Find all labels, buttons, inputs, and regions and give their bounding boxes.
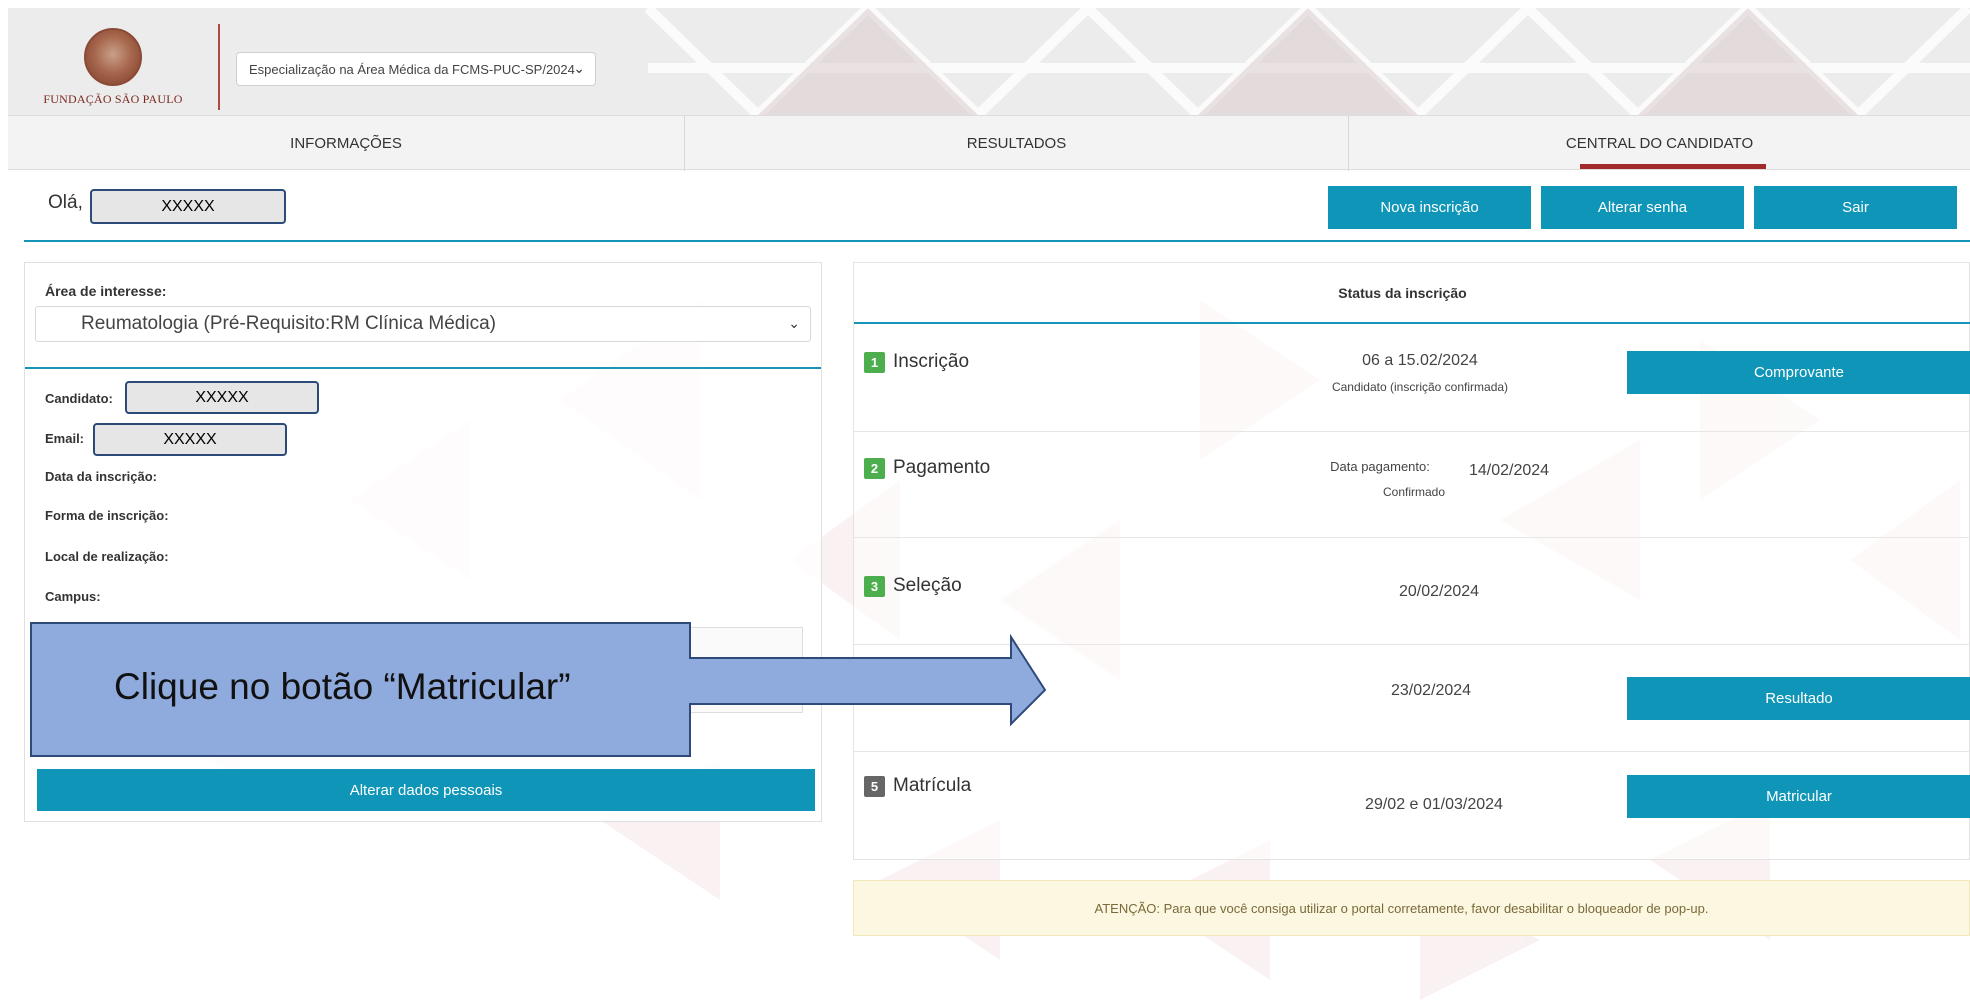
email-value: XXXXX [93,423,287,456]
area-select-value: Reumatologia (Pré-Requisito:RM Clínica M… [81,313,496,334]
result-button[interactable]: Resultado [1627,677,1970,720]
candidate-label: Candidato: [45,391,113,406]
registration-status-panel: Status da inscrição 1 Inscrição 06 a 15.… [853,262,1970,860]
instruction-callout: Clique no botão “Matricular” [30,622,1050,758]
tab-label: RESULTADOS [966,135,1067,152]
tab-label: INFORMAÇÕES [290,135,402,152]
change-password-button[interactable]: Alterar senha [1541,186,1744,229]
step-number-badge: 1 [864,351,885,373]
alert-text: ATENÇÃO: Para que você consiga utilizar … [1094,900,1709,916]
tab-informacoes[interactable]: INFORMAÇÕES [8,116,685,171]
step-matricula: 5 Matrícula [864,775,971,797]
step-date: 29/02 e 01/03/2024 [1334,792,1534,820]
popup-blocker-alert: ATENÇÃO: Para que você consiga utilizar … [853,880,1970,936]
callout-text: Clique no botão “Matricular” [114,666,571,707]
step-number-badge: 2 [864,457,885,479]
logo-text: FUNDAÇÃO SÃO PAULO [43,92,183,106]
step-label: Matrícula [893,775,972,796]
chevron-down-icon: ⌄ [788,315,800,331]
edition-select-value: Especialização na Área Médica da FCMS-PU… [249,62,575,77]
step-note: Candidato (inscrição confirmada) [1331,380,1509,394]
tab-label: CENTRAL DO CANDIDATO [1565,135,1754,152]
step-number-badge: 5 [864,775,885,797]
step-label: Seleção [893,575,962,596]
top-header: FUNDAÇÃO SÃO PAULO Especialização na Áre… [8,8,1970,115]
section-divider [24,240,1970,242]
email-label: Email: [45,431,85,446]
step-label: Inscrição [893,351,970,372]
step-number-badge: 3 [864,575,885,597]
step-date: 06 a 15.02/2024 [1316,348,1524,376]
step-inscricao: 1 Inscrição [864,351,969,373]
payment-date-label: Data pagamento: [1330,459,1430,474]
row-divider [854,431,1970,432]
registration-form-label: Forma de inscrição: [45,508,169,523]
foundation-logo[interactable]: FUNDAÇÃO SÃO PAULO [38,28,188,108]
step-label: Pagamento [893,457,991,478]
header-pattern [644,8,1970,115]
step-note: Confirmado [1382,485,1446,499]
row-divider [854,537,1970,538]
logo-divider [218,24,220,110]
campus-label: Campus: [45,589,101,604]
user-name: XXXXX [90,189,286,224]
step-pagamento: 2 Pagamento [864,457,990,479]
tab-resultados[interactable]: RESULTADOS [685,116,1349,171]
area-select[interactable]: Reumatologia (Pré-Requisito:RM Clínica M… [35,306,811,342]
enroll-button[interactable]: Matricular [1627,775,1970,818]
tab-central-do-candidato[interactable]: CENTRAL DO CANDIDATO [1349,116,1970,171]
main-nav: INFORMAÇÕES RESULTADOS CENTRAL DO CANDID… [8,115,1970,171]
new-registration-button[interactable]: Nova inscrição [1328,186,1531,229]
chevron-down-icon: ⌄ [573,60,585,76]
step-selecao: 3 Seleção [864,575,962,597]
step-date: 14/02/2024 [1454,458,1564,484]
step-date: 20/02/2024 [1364,579,1514,607]
logout-button[interactable]: Sair [1754,186,1957,229]
location-label: Local de realização: [45,549,169,564]
registration-date-label: Data da inscrição: [45,469,157,484]
active-tab-indicator [1580,164,1766,169]
area-label: Área de interesse: [45,283,167,299]
greeting-prefix: Olá, [48,192,83,213]
status-title: Status da inscrição [1338,285,1467,301]
edition-select[interactable]: Especialização na Área Médica da FCMS-PU… [236,52,596,86]
candidate-value: XXXXX [125,381,319,414]
status-divider [854,322,1970,324]
area-divider [25,367,821,369]
edit-personal-data-button[interactable]: Alterar dados pessoais [37,769,815,811]
receipt-button[interactable]: Comprovante [1627,351,1970,394]
seal-icon [84,28,142,86]
step-date: 23/02/2024 [1336,678,1526,708]
